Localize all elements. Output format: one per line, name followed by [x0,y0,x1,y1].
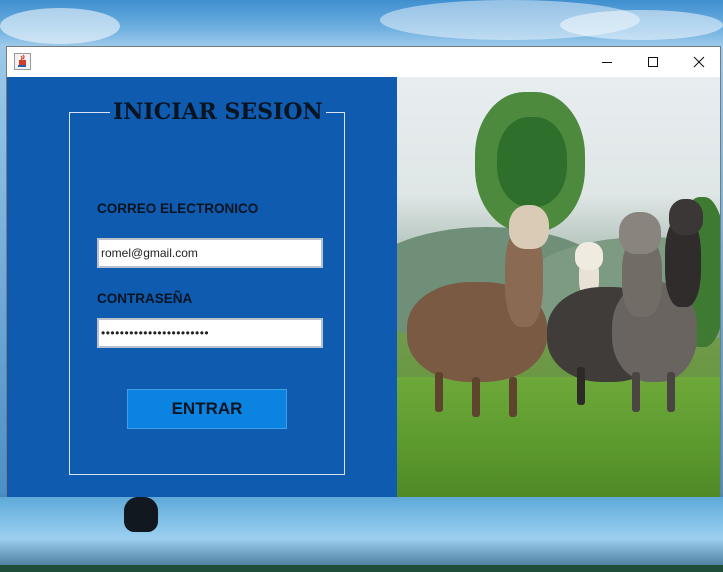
login-group-box: INICIAR SESION CORREO ELECTRONICO CONTRA… [69,99,345,475]
email-label: CORREO ELECTRONICO [97,201,259,216]
login-window: INICIAR SESION CORREO ELECTRONICO CONTRA… [6,46,721,497]
desktop-figure [124,497,158,532]
window-content: INICIAR SESION CORREO ELECTRONICO CONTRA… [7,77,720,497]
minimize-icon [602,62,612,63]
close-button[interactable] [676,47,722,77]
login-panel: INICIAR SESION CORREO ELECTRONICO CONTRA… [7,77,397,497]
alpaca-photo [397,77,720,497]
minimize-button[interactable] [584,47,630,77]
login-heading: INICIAR SESION [110,99,326,125]
password-label: CONTRASEÑA [97,291,193,306]
email-field[interactable] [97,238,323,268]
title-bar[interactable] [7,47,720,77]
java-cup-icon [14,53,31,70]
enter-button[interactable]: ENTRAR [127,389,287,429]
close-icon [693,56,705,68]
maximize-icon [648,57,658,67]
password-field[interactable] [97,318,323,348]
maximize-button[interactable] [630,47,676,77]
